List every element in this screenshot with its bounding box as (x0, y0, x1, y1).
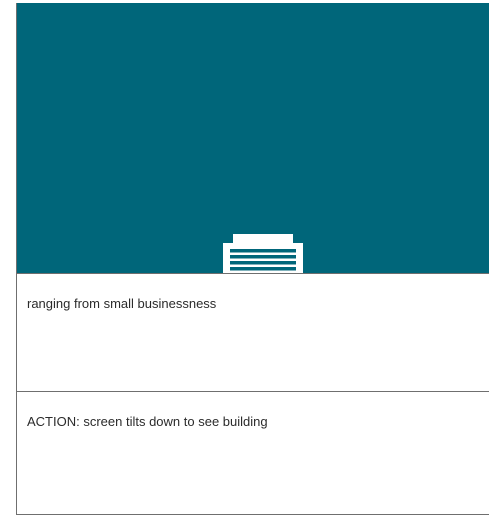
storyboard-frame (17, 3, 489, 273)
scene-note-dialogue: ranging from small businessness (17, 273, 489, 391)
building-icon (223, 234, 303, 273)
scene-note-text: ranging from small businessness (27, 296, 217, 311)
scene-note-text: ACTION: screen tilts down to see buildin… (27, 414, 268, 429)
scene-note-action: ACTION: screen tilts down to see buildin… (17, 391, 489, 514)
storyboard-panel: ranging from small businessness ACTION: … (16, 3, 489, 515)
